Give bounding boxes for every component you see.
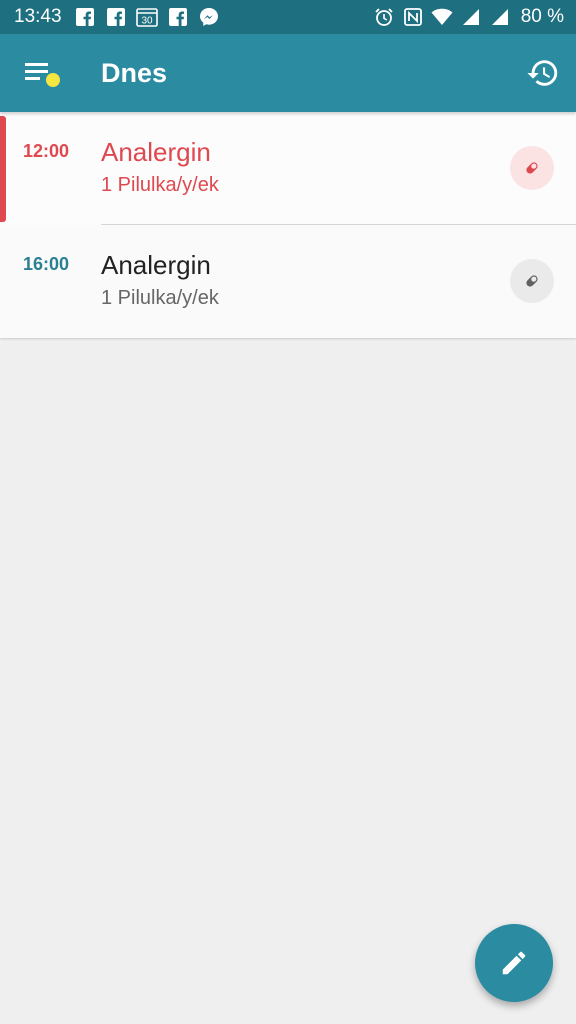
messenger-icon [198,6,220,28]
app-bar: Dnes [0,34,576,112]
calendar-day: 30 [141,16,153,27]
battery-level: 80 % [520,6,564,27]
medication-amount: 1 Pilulka/y/ek [101,287,219,309]
calendar-icon: 30 [135,6,158,28]
pill-icon [526,162,538,174]
current-dose-indicator [0,116,6,222]
wifi-icon [431,6,453,28]
dose-row[interactable]: 16:00 Analergin 1 Pilulka/y/ek [0,225,576,338]
medication-name: Analergin [101,137,211,167]
dose-row[interactable]: 12:00 Analergin 1 Pilulka/y/ek [0,112,576,225]
dose-time: 16:00 [23,254,70,274]
edit-fab-button[interactable] [475,924,553,1002]
status-right: 80 % [366,6,564,28]
history-button[interactable] [526,56,560,90]
status-bar: 13:43 30 80 % [0,0,576,34]
menu-icon [25,63,60,87]
dose-list: 12:00 Analergin 1 Pilulka/y/ek 16:00 Ana… [0,112,576,338]
signal-icon [460,6,482,28]
dose-time: 12:00 [23,141,70,161]
history-icon [527,60,558,86]
alarm-icon [373,6,395,28]
pencil-icon [502,951,526,975]
facebook-icon [167,6,189,28]
pill-icon [526,275,538,287]
notification-badge [46,73,60,87]
take-dose-button[interactable] [510,146,554,190]
status-time: 13:43 [14,6,62,27]
medication-name: Analergin [101,250,211,280]
medication-amount: 1 Pilulka/y/ek [101,174,219,196]
signal-icon [489,6,511,28]
status-left: 13:43 30 [14,6,229,28]
facebook-icon [74,6,96,28]
page-title: Dnes [101,58,168,88]
nfc-icon [402,6,424,28]
menu-button[interactable] [18,54,66,94]
facebook-icon [105,6,127,28]
take-dose-button[interactable] [510,259,554,303]
